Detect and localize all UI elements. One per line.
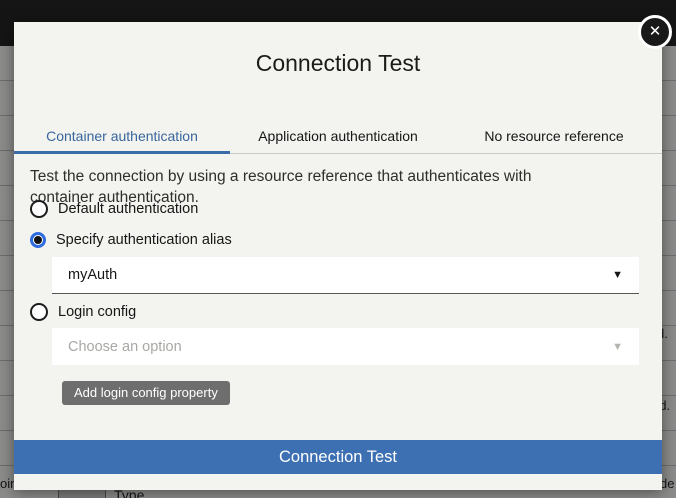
connection-test-button[interactable]: Connection Test <box>14 440 662 474</box>
radio-button-icon[interactable] <box>30 303 48 321</box>
login-config-dropdown[interactable]: Choose an option ▼ <box>52 328 639 365</box>
chevron-down-icon: ▼ <box>612 269 623 281</box>
close-icon[interactable]: ✕ <box>638 15 672 49</box>
add-login-config-property-button[interactable]: Add login config property <box>62 381 230 405</box>
screen: oin Type d. ed. de ✕ Connection Test Con… <box>0 0 676 498</box>
tab-application-authentication[interactable]: Application authentication <box>230 120 446 154</box>
radio-login-config[interactable]: Login config <box>30 302 136 322</box>
authentication-alias-dropdown[interactable]: myAuth ▼ <box>52 257 639 294</box>
radio-label: Login config <box>58 304 136 320</box>
radio-specify-authentication-alias[interactable]: Specify authentication alias <box>30 230 232 250</box>
dialog-title: Connection Test <box>14 22 662 77</box>
radio-default-authentication[interactable]: Default authentication <box>30 199 198 219</box>
radio-label: Default authentication <box>58 201 198 217</box>
radio-button-icon[interactable] <box>30 200 48 218</box>
dropdown-placeholder: Choose an option <box>68 339 182 355</box>
chevron-down-icon: ▼ <box>612 341 623 353</box>
tab-no-resource-reference[interactable]: No resource reference <box>446 120 662 154</box>
auth-tabs: Container authentication Application aut… <box>14 120 662 154</box>
connection-test-dialog: ✕ Connection Test Container authenticati… <box>14 22 662 490</box>
dropdown-selected-value: myAuth <box>68 267 117 283</box>
tab-container-authentication[interactable]: Container authentication <box>14 120 230 154</box>
radio-label: Specify authentication alias <box>56 232 232 248</box>
radio-button-selected-icon[interactable] <box>30 232 46 248</box>
